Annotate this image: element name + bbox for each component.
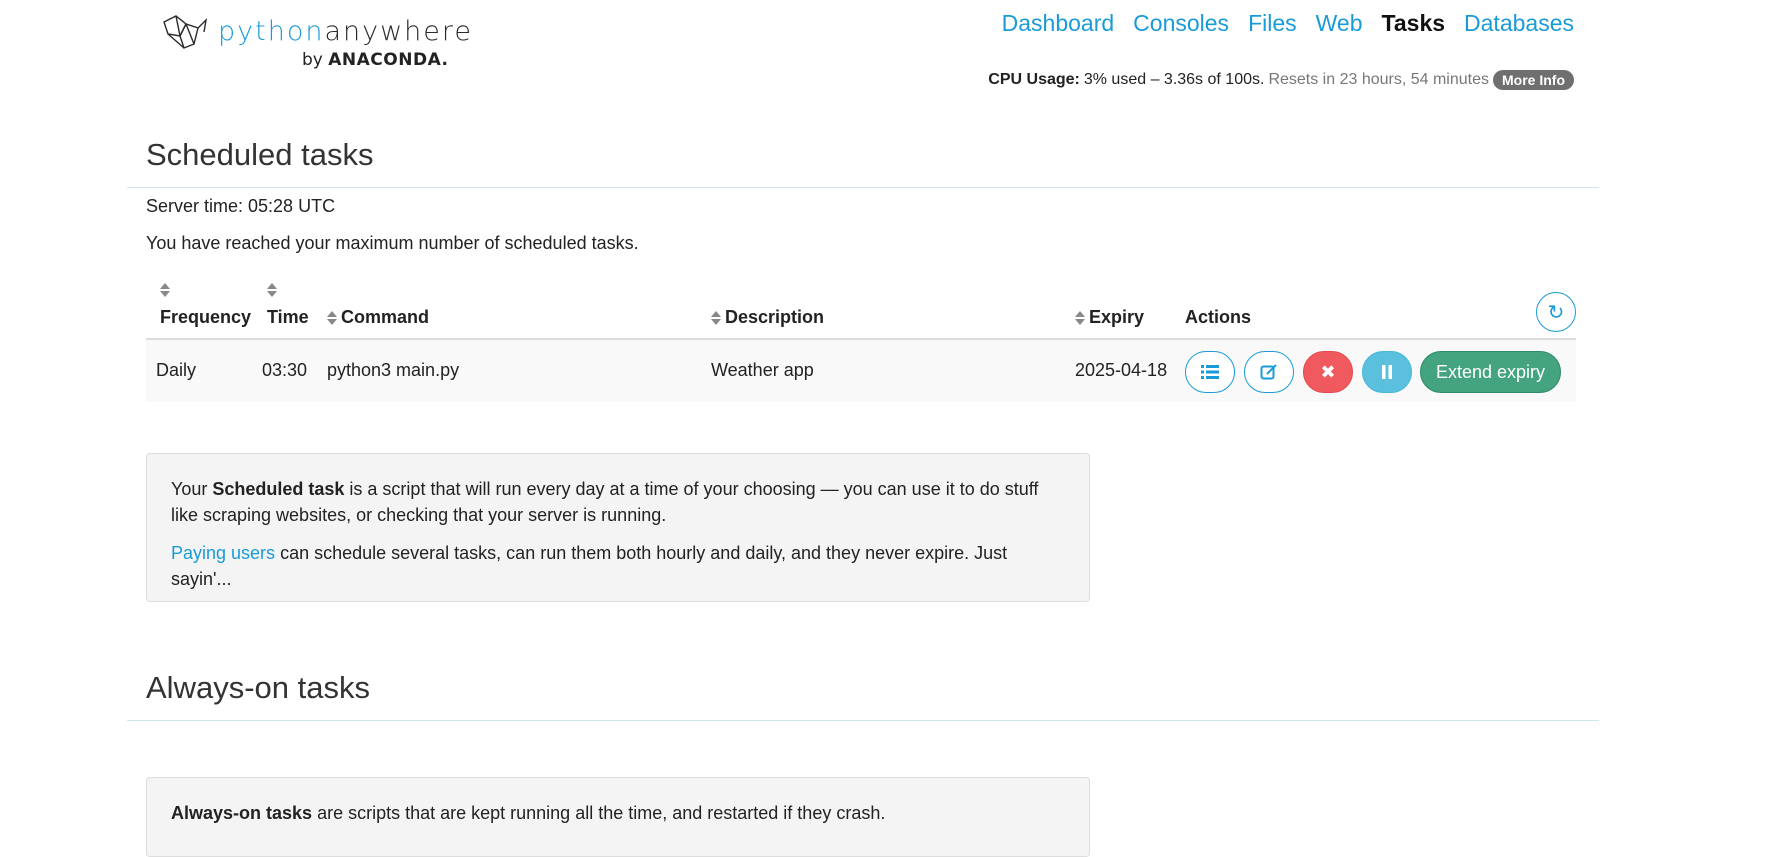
more-info-button[interactable]: More Info bbox=[1493, 70, 1574, 90]
always-on-heading: Always-on tasks bbox=[146, 670, 370, 705]
task-command: python3 main.py bbox=[327, 360, 460, 380]
nav-web[interactable]: Web bbox=[1316, 10, 1363, 37]
cpu-value: 3% used – 3.36s of 100s. bbox=[1083, 71, 1265, 88]
view-log-button[interactable] bbox=[1185, 351, 1235, 393]
cpu-label: CPU Usage: bbox=[988, 71, 1080, 88]
task-description: Weather app bbox=[711, 360, 814, 380]
cpu-usage: CPU Usage: 3% used – 3.36s of 100s. Rese… bbox=[988, 70, 1574, 90]
top-nav: Dashboard Consoles Files Web Tasks Datab… bbox=[983, 10, 1574, 37]
list-icon bbox=[1201, 365, 1219, 379]
task-expiry: 2025-04-18 bbox=[1075, 360, 1168, 380]
scheduled-tasks-table: Frequency Time Command Description Expir… bbox=[146, 272, 1576, 402]
refresh-button[interactable]: ↻ bbox=[1536, 292, 1576, 332]
paying-users-text: Paying users can schedule several tasks,… bbox=[171, 543, 1008, 589]
limit-message: You have reached your maximum number of … bbox=[146, 233, 639, 253]
cpu-reset: Resets in 23 hours, 54 minutes bbox=[1268, 71, 1489, 88]
paying-users-link[interactable]: Paying users bbox=[171, 543, 275, 563]
sort-icon bbox=[160, 283, 170, 297]
col-frequency[interactable]: Frequency bbox=[160, 283, 251, 328]
server-time: Server time: 05:28 UTC bbox=[146, 196, 336, 216]
col-time[interactable]: Time bbox=[267, 283, 309, 328]
refresh-icon: ↻ bbox=[1547, 301, 1565, 324]
pythonanywhere-logo[interactable]: pythonanywhere by ANACONDA. bbox=[160, 14, 471, 74]
scheduled-info-box: Your Scheduled task is a script that wil… bbox=[146, 453, 1090, 602]
python-logo-icon bbox=[163, 15, 208, 49]
divider bbox=[127, 187, 1599, 188]
sort-icon bbox=[267, 283, 277, 297]
divider bbox=[127, 720, 1599, 721]
scheduled-tasks-heading: Scheduled tasks bbox=[146, 137, 374, 172]
col-expiry[interactable]: Expiry bbox=[1075, 307, 1144, 328]
scheduled-info-text: Your Scheduled task is a script that wil… bbox=[171, 479, 1039, 525]
edit-icon bbox=[1260, 364, 1277, 380]
pause-icon bbox=[1382, 365, 1392, 379]
table-row: Daily 03:30 python3 main.py Weather app … bbox=[146, 340, 1576, 402]
always-on-info-box: Always-on tasks are scripts that are kep… bbox=[146, 777, 1090, 857]
nav-consoles[interactable]: Consoles bbox=[1133, 10, 1229, 37]
extend-expiry-button[interactable]: Extend expiry bbox=[1420, 351, 1562, 393]
table-header: Frequency Time Command Description Expir… bbox=[146, 272, 1576, 340]
logo-byline: by ANACONDA. bbox=[302, 50, 449, 70]
sort-icon bbox=[711, 311, 721, 326]
logo-wordmark: pythonanywhere bbox=[218, 16, 474, 47]
delete-task-button[interactable]: ✖ bbox=[1303, 351, 1353, 393]
pause-task-button[interactable] bbox=[1362, 351, 1412, 393]
task-time: 03:30 bbox=[262, 360, 308, 380]
always-on-info-text: Always-on tasks are scripts that are kep… bbox=[171, 803, 886, 823]
nav-tasks[interactable]: Tasks bbox=[1382, 10, 1446, 37]
col-actions: Actions bbox=[1185, 307, 1252, 327]
col-description[interactable]: Description bbox=[711, 307, 824, 328]
edit-task-button[interactable] bbox=[1244, 351, 1294, 393]
nav-files[interactable]: Files bbox=[1248, 10, 1297, 37]
close-icon: ✖ bbox=[1320, 361, 1336, 382]
sort-icon bbox=[327, 311, 337, 326]
task-frequency: Daily bbox=[156, 360, 197, 380]
nav-databases[interactable]: Databases bbox=[1464, 10, 1574, 37]
nav-dashboard[interactable]: Dashboard bbox=[1002, 10, 1115, 37]
sort-icon bbox=[1075, 311, 1085, 326]
col-command[interactable]: Command bbox=[327, 307, 429, 328]
